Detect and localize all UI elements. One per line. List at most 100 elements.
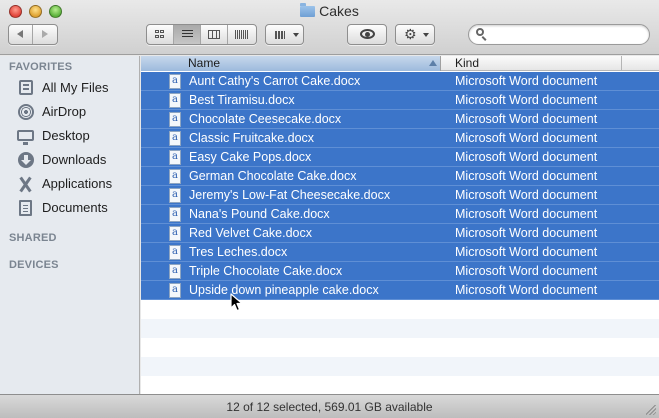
empty-row xyxy=(141,357,659,376)
sidebar-item-label: Applications xyxy=(42,176,113,191)
back-button[interactable] xyxy=(9,25,33,44)
sidebar-item-all-my-files[interactable]: All My Files xyxy=(0,77,139,101)
chevron-right-icon xyxy=(42,30,48,38)
file-kind: Microsoft Word document xyxy=(455,188,598,202)
sidebar-item-downloads[interactable]: Downloads xyxy=(0,149,139,173)
chevron-down-icon xyxy=(293,33,299,37)
status-bar: 12 of 12 selected, 569.01 GB available xyxy=(0,394,659,418)
forward-button[interactable] xyxy=(33,25,57,44)
file-name: Upside down pineapple cake.docx xyxy=(189,283,379,297)
file-list: Name Kind Aunt Cathy's Carrot Cake.docx M… xyxy=(141,56,659,394)
file-row[interactable]: Chocolate Ceesecake.docx Microsoft Word d… xyxy=(141,110,659,129)
search-input[interactable] xyxy=(468,24,650,45)
file-name: Best Tiramisu.docx xyxy=(189,93,295,107)
word-document-icon xyxy=(169,283,181,298)
file-rows: Aunt Cathy's Carrot Cake.docx Microsoft W… xyxy=(141,72,659,394)
file-name: Triple Chocolate Cake.docx xyxy=(189,264,343,278)
airdrop-icon xyxy=(18,104,34,120)
file-row[interactable]: Best Tiramisu.docx Microsoft Word documen… xyxy=(141,91,659,110)
all-files-icon xyxy=(19,80,33,95)
sidebar-item-documents[interactable]: Documents xyxy=(0,197,139,221)
file-row[interactable]: Classic Fruitcake.docx Microsoft Word doc… xyxy=(141,129,659,148)
word-document-icon xyxy=(169,245,181,260)
list-view-icon xyxy=(182,30,193,39)
word-document-icon xyxy=(169,74,181,89)
view-as-list-button[interactable] xyxy=(174,25,201,44)
word-document-icon xyxy=(169,207,181,222)
word-document-icon xyxy=(169,93,181,108)
file-kind: Microsoft Word document xyxy=(455,226,598,240)
eye-icon xyxy=(360,29,375,39)
downloads-icon xyxy=(18,152,34,168)
name-column-header[interactable]: Name xyxy=(141,56,441,71)
kind-column-header[interactable]: Kind xyxy=(442,56,622,71)
file-name: Classic Fruitcake.docx xyxy=(189,131,315,145)
sidebar-item-airdrop[interactable]: AirDrop xyxy=(0,101,139,125)
empty-row xyxy=(141,338,659,357)
file-kind: Microsoft Word document xyxy=(455,112,598,126)
file-row[interactable]: Tres Leches.docx Microsoft Word document xyxy=(141,243,659,262)
view-as-icons-button[interactable] xyxy=(147,25,174,44)
sidebar-heading-devices[interactable]: DEVICES xyxy=(9,259,59,271)
word-document-icon xyxy=(169,188,181,203)
sidebar-item-desktop[interactable]: Desktop xyxy=(0,125,139,149)
file-row[interactable]: Aunt Cathy's Carrot Cake.docx Microsoft W… xyxy=(141,72,659,91)
applications-icon xyxy=(17,176,34,193)
file-row[interactable]: Red Velvet Cake.docx Microsoft Word docum… xyxy=(141,224,659,243)
file-kind: Microsoft Word document xyxy=(455,169,598,183)
sidebar-item-applications[interactable]: Applications xyxy=(0,173,139,197)
view-as-columns-button[interactable] xyxy=(201,25,228,44)
file-name: Nana's Pound Cake.docx xyxy=(189,207,330,221)
search-icon xyxy=(476,28,487,41)
file-name: Chocolate Ceesecake.docx xyxy=(189,112,342,126)
file-kind: Microsoft Word document xyxy=(455,150,598,164)
window-title: Cakes xyxy=(0,3,659,19)
word-document-icon xyxy=(169,264,181,279)
icon-view-icon xyxy=(155,30,165,39)
sidebar-heading-shared[interactable]: SHARED xyxy=(9,232,57,244)
file-row[interactable]: Jeremy's Low-Fat Cheesecake.docx Microsof… xyxy=(141,186,659,205)
file-row[interactable]: Triple Chocolate Cake.docx Microsoft Word… xyxy=(141,262,659,281)
word-document-icon xyxy=(169,131,181,146)
file-kind: Microsoft Word document xyxy=(455,245,598,259)
word-document-icon xyxy=(169,112,181,127)
sidebar-item-label: All My Files xyxy=(42,80,109,95)
file-name: Aunt Cathy's Carrot Cake.docx xyxy=(189,74,361,88)
file-kind: Microsoft Word document xyxy=(455,283,598,297)
empty-row xyxy=(141,300,659,319)
column-view-icon xyxy=(208,30,220,39)
finder-window: Cakes ⚙ FAVORITES All My Files AirDrop D… xyxy=(0,0,659,418)
file-kind: Microsoft Word document xyxy=(455,93,598,107)
arrange-grid-icon xyxy=(275,31,285,39)
window-title-text: Cakes xyxy=(319,3,359,19)
word-document-icon xyxy=(169,169,181,184)
file-name: Easy Cake Pops.docx xyxy=(189,150,312,164)
view-as-cover-flow-button[interactable] xyxy=(228,25,256,44)
back-forward-control xyxy=(8,24,58,45)
empty-row xyxy=(141,319,659,338)
title-toolbar: Cakes ⚙ xyxy=(0,0,659,55)
name-column-label: Name xyxy=(188,56,221,70)
file-row[interactable]: German Chocolate Cake.docx Microsoft Word… xyxy=(141,167,659,186)
chevron-left-icon xyxy=(17,30,23,38)
sidebar-item-label: Documents xyxy=(42,200,108,215)
resize-handle[interactable] xyxy=(646,405,656,415)
cover-flow-icon xyxy=(235,30,248,39)
file-kind: Microsoft Word document xyxy=(455,264,598,278)
sort-ascending-icon xyxy=(429,60,437,66)
documents-icon xyxy=(19,200,32,216)
action-menu-button[interactable]: ⚙ xyxy=(395,24,435,45)
kind-column-label: Kind xyxy=(455,56,480,70)
file-kind: Microsoft Word document xyxy=(455,74,598,88)
status-text: 12 of 12 selected, 569.01 GB available xyxy=(226,400,433,414)
folder-icon xyxy=(300,3,316,17)
arrange-button[interactable] xyxy=(265,24,304,45)
file-row[interactable]: Nana's Pound Cake.docx Microsoft Word doc… xyxy=(141,205,659,224)
sidebar-item-label: Desktop xyxy=(42,128,90,143)
quick-look-button[interactable] xyxy=(347,24,387,45)
file-row[interactable]: Easy Cake Pops.docx Microsoft Word docume… xyxy=(141,148,659,167)
sidebar-heading-favorites: FAVORITES xyxy=(9,61,73,73)
sidebar-item-label: Downloads xyxy=(42,152,107,167)
file-kind: Microsoft Word document xyxy=(455,131,598,145)
file-row[interactable]: Upside down pineapple cake.docx Microsoft… xyxy=(141,281,659,300)
